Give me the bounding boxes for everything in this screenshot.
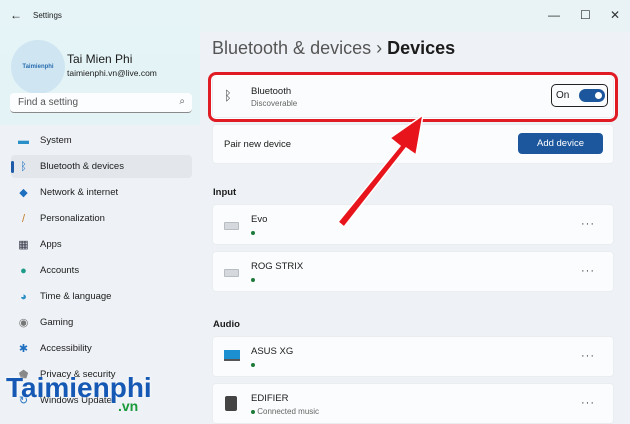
device-name: Evo bbox=[251, 214, 268, 225]
pair-label: Pair new device bbox=[224, 139, 292, 150]
window-title: Settings bbox=[33, 11, 62, 20]
watermark-tld: .vn bbox=[118, 398, 139, 414]
monitor-icon bbox=[224, 350, 240, 361]
sidebar-item-apps[interactable]: ▦ Apps bbox=[11, 233, 192, 256]
avatar[interactable]: Taimienphi bbox=[11, 40, 65, 94]
red-arrow-annotation bbox=[336, 113, 425, 229]
profile-email: taimienphi.vn@live.com bbox=[67, 68, 157, 78]
sidebar-item-label: Time & language bbox=[40, 291, 112, 302]
avatar-logo: Taimienphi bbox=[22, 64, 54, 70]
device-name: ROG STRIX bbox=[251, 261, 304, 272]
profile-name: Tai Mien Phi bbox=[67, 52, 133, 66]
sidebar-item-label: System bbox=[40, 135, 72, 146]
accessibility-icon: ✱ bbox=[18, 343, 29, 355]
device-card[interactable]: ROG STRIX ··· bbox=[212, 251, 614, 292]
connected-dot bbox=[251, 231, 255, 235]
add-device-button[interactable]: Add device bbox=[518, 133, 603, 154]
sidebar-item-label: Accessibility bbox=[40, 343, 92, 354]
speaker-icon bbox=[225, 396, 237, 411]
sidebar-item-accounts[interactable]: ● Accounts bbox=[11, 259, 192, 282]
gamepad-icon: ◉ bbox=[18, 317, 29, 329]
breadcrumb: Bluetooth & devices › Devices bbox=[212, 38, 455, 59]
device-name: EDIFIER bbox=[251, 393, 289, 404]
breadcrumb-separator: › bbox=[376, 38, 383, 58]
more-options-button[interactable]: ··· bbox=[581, 218, 595, 230]
search-icon: ⌕ bbox=[179, 96, 185, 107]
device-status: Connected music bbox=[251, 407, 319, 416]
more-options-button[interactable]: ··· bbox=[581, 350, 595, 362]
maximize-icon[interactable]: ☐ bbox=[580, 8, 591, 22]
device-status bbox=[251, 360, 255, 369]
sidebar-item-time-language[interactable]: ◕ Time & language bbox=[11, 285, 192, 308]
sidebar-item-label: Apps bbox=[40, 239, 62, 250]
back-arrow-icon[interactable]: ← bbox=[10, 8, 22, 22]
breadcrumb-parent[interactable]: Bluetooth & devices bbox=[212, 38, 371, 58]
selected-indicator bbox=[11, 161, 14, 173]
device-name: ASUS XG bbox=[251, 346, 294, 357]
system-icon: ▬ bbox=[18, 134, 29, 147]
minimize-icon[interactable]: — bbox=[548, 8, 560, 22]
more-options-button[interactable]: ··· bbox=[581, 397, 595, 409]
keyboard-icon bbox=[224, 269, 239, 277]
sidebar-item-label: Gaming bbox=[40, 317, 74, 328]
search-input[interactable]: Find a setting ⌕ bbox=[10, 93, 192, 113]
bluetooth-icon: ᛒ bbox=[20, 160, 27, 173]
more-options-button[interactable]: ··· bbox=[581, 265, 595, 277]
globe-icon: ◕ bbox=[20, 290, 27, 303]
sidebar-item-label: Network & internet bbox=[40, 187, 119, 198]
device-status bbox=[251, 228, 255, 237]
sidebar-item-accessibility[interactable]: ✱ Accessibility bbox=[11, 337, 192, 360]
sidebar-item-system[interactable]: ▬ System bbox=[11, 129, 192, 152]
section-audio: Audio bbox=[213, 319, 240, 330]
arrow-shape bbox=[336, 113, 425, 229]
person-icon: ● bbox=[20, 264, 27, 277]
connected-dot bbox=[251, 410, 255, 414]
connected-dot bbox=[251, 363, 255, 367]
close-icon[interactable]: ✕ bbox=[610, 8, 620, 22]
apps-icon: ▦ bbox=[18, 239, 29, 251]
sidebar-item-bluetooth-devices[interactable]: ᛒ Bluetooth & devices bbox=[11, 155, 192, 178]
connected-dot bbox=[251, 278, 255, 282]
section-input: Input bbox=[213, 187, 237, 198]
sidebar-item-gaming[interactable]: ◉ Gaming bbox=[11, 311, 192, 334]
page-title: Devices bbox=[387, 38, 456, 58]
wifi-icon: ◆ bbox=[19, 187, 28, 199]
keyboard-icon bbox=[224, 222, 239, 230]
sidebar-item-label: Accounts bbox=[40, 265, 80, 276]
sidebar-item-personalization[interactable]: / Personalization bbox=[11, 207, 192, 230]
device-status bbox=[251, 275, 255, 284]
sidebar-item-network-internet[interactable]: ◆ Network & internet bbox=[11, 181, 192, 204]
device-card[interactable]: ASUS XG ··· bbox=[212, 336, 614, 377]
brush-icon: / bbox=[21, 212, 26, 225]
device-status-text: Connected music bbox=[257, 407, 320, 416]
sidebar-item-label: Personalization bbox=[40, 213, 105, 224]
sidebar-item-label: Bluetooth & devices bbox=[40, 161, 124, 172]
device-card[interactable]: EDIFIER Connected music ··· bbox=[212, 383, 614, 424]
search-placeholder: Find a setting bbox=[18, 97, 79, 108]
